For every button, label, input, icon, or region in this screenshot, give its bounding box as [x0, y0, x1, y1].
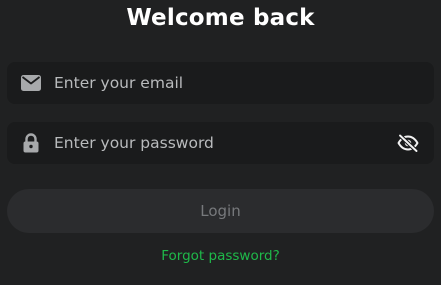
- password-field-container[interactable]: [7, 122, 434, 164]
- email-field-container[interactable]: [7, 62, 434, 104]
- login-button[interactable]: Login: [7, 189, 434, 233]
- email-input[interactable]: [54, 62, 384, 104]
- eye-slash-icon[interactable]: [396, 132, 420, 154]
- forgot-password-link[interactable]: Forgot password?: [0, 247, 441, 265]
- envelope-icon: [20, 73, 42, 93]
- password-input[interactable]: [54, 122, 384, 164]
- lock-icon: [20, 133, 42, 153]
- page-title: Welcome back: [126, 5, 315, 31]
